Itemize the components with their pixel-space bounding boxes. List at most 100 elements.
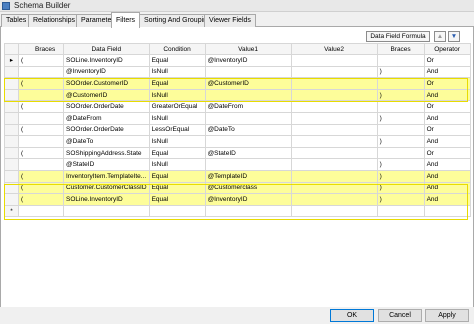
row-selector[interactable] bbox=[4, 146, 19, 160]
cell-braces-open[interactable] bbox=[18, 65, 64, 79]
cell-braces-open[interactable]: ( bbox=[18, 193, 64, 206]
cancel-button[interactable]: Cancel bbox=[378, 309, 422, 322]
cell-braces-open[interactable]: ( bbox=[18, 100, 64, 113]
cell-value2[interactable] bbox=[290, 100, 378, 113]
cell-value1[interactable]: @DateTo bbox=[204, 123, 292, 137]
row-selector[interactable] bbox=[4, 123, 19, 137]
cell-operator[interactable]: Or bbox=[423, 77, 471, 90]
cell-condition[interactable] bbox=[148, 204, 206, 218]
cell-operator[interactable]: And bbox=[423, 158, 471, 171]
cell-value2[interactable] bbox=[290, 54, 378, 67]
cell-braces-close[interactable]: ) bbox=[376, 158, 425, 171]
cell-braces-open[interactable] bbox=[18, 135, 64, 148]
cell-data-field[interactable]: @InventoryID bbox=[63, 65, 150, 79]
cell-value2[interactable] bbox=[290, 204, 378, 218]
cell-data-field[interactable]: SOOrder.OrderDate bbox=[63, 100, 150, 113]
cell-braces-close[interactable]: ) bbox=[376, 181, 425, 195]
cell-value1[interactable]: @DateFrom bbox=[204, 100, 292, 113]
tab-relationships[interactable]: Relationships bbox=[28, 14, 81, 27]
move-up-button[interactable]: ▲ bbox=[434, 31, 446, 42]
apply-button[interactable]: Apply bbox=[425, 309, 469, 322]
table-row[interactable]: (Customer.CustomerClassID Equal @Customerc… bbox=[4, 181, 471, 195]
row-selector[interactable] bbox=[4, 135, 19, 148]
tab-tables[interactable]: Tables bbox=[1, 14, 32, 27]
cell-condition[interactable]: Equal bbox=[148, 54, 206, 67]
cell-value2[interactable] bbox=[290, 181, 378, 195]
table-row[interactable]: (SOOrder.OrderDate GreaterOrEqual @DateFro… bbox=[4, 100, 471, 113]
cell-operator[interactable]: Or bbox=[423, 123, 471, 137]
cell-value2[interactable] bbox=[290, 111, 378, 125]
cell-braces-close[interactable] bbox=[376, 54, 425, 67]
cell-braces-close[interactable] bbox=[376, 204, 425, 218]
cell-value2[interactable] bbox=[290, 65, 378, 79]
table-row[interactable]: @InventoryID IsNull) And bbox=[4, 65, 471, 79]
cell-value1[interactable]: @TemplateID bbox=[204, 169, 292, 183]
cell-data-field[interactable]: SOOrder.OrderDate bbox=[63, 123, 150, 137]
cell-braces-close[interactable] bbox=[376, 123, 425, 137]
cell-condition[interactable]: IsNull bbox=[148, 158, 206, 171]
cell-braces-close[interactable]: ) bbox=[376, 193, 425, 206]
cell-braces-open[interactable]: ( bbox=[18, 169, 64, 183]
cell-data-field[interactable] bbox=[63, 204, 150, 218]
column-header-condition[interactable]: Condition bbox=[148, 43, 206, 55]
cell-condition[interactable]: Equal bbox=[148, 181, 206, 195]
cell-braces-open[interactable]: ( bbox=[18, 146, 64, 160]
cell-data-field[interactable]: InventoryItem.TemplateIte... bbox=[63, 169, 150, 183]
cell-condition[interactable]: IsNull bbox=[148, 88, 206, 102]
cell-data-field[interactable]: Customer.CustomerClassID bbox=[63, 181, 150, 195]
cell-operator[interactable]: And bbox=[423, 193, 471, 206]
cell-condition[interactable]: Equal bbox=[148, 77, 206, 90]
cell-data-field[interactable]: @StateID bbox=[63, 158, 150, 171]
cell-braces-close[interactable] bbox=[376, 100, 425, 113]
cell-data-field[interactable]: SOLine.InventoryID bbox=[63, 193, 150, 206]
row-selector[interactable] bbox=[4, 111, 19, 125]
cell-value1[interactable]: @Customerclass bbox=[204, 181, 292, 195]
cell-value2[interactable] bbox=[290, 193, 378, 206]
cell-braces-close[interactable]: ) bbox=[376, 111, 425, 125]
cell-value1[interactable] bbox=[204, 158, 292, 171]
ok-button[interactable]: OK bbox=[330, 309, 374, 322]
cell-data-field[interactable]: SOLine.InventoryID bbox=[63, 54, 150, 67]
column-header-value1[interactable]: Value1 bbox=[204, 43, 292, 55]
cell-value2[interactable] bbox=[290, 77, 378, 90]
column-header-value2[interactable]: Value2 bbox=[290, 43, 378, 55]
cell-braces-close[interactable]: ) bbox=[376, 88, 425, 102]
cell-operator[interactable]: And bbox=[423, 169, 471, 183]
cell-operator[interactable]: And bbox=[423, 88, 471, 102]
cell-value1[interactable]: @StateID bbox=[204, 146, 292, 160]
cell-operator[interactable]: And bbox=[423, 65, 471, 79]
table-row[interactable]: (SOShippingAddress.State Equal @StateID Or bbox=[4, 146, 471, 160]
cell-value2[interactable] bbox=[290, 158, 378, 171]
cell-value1[interactable] bbox=[204, 135, 292, 148]
cell-data-field[interactable]: @DateTo bbox=[63, 135, 150, 148]
row-selector[interactable]: ▸ bbox=[4, 54, 19, 67]
column-header-braces-open[interactable]: Braces bbox=[18, 43, 64, 55]
table-row[interactable]: (SOLine.InventoryID Equal @InventoryID) And bbox=[4, 193, 471, 206]
cell-braces-open[interactable] bbox=[18, 158, 64, 171]
row-selector[interactable] bbox=[4, 158, 19, 171]
cell-condition[interactable]: IsNull bbox=[148, 111, 206, 125]
cell-value2[interactable] bbox=[290, 169, 378, 183]
table-row[interactable]: (SOOrder.CustomerID Equal @CustomerID Or bbox=[4, 77, 471, 90]
cell-value1[interactable] bbox=[204, 111, 292, 125]
cell-value2[interactable] bbox=[290, 123, 378, 137]
cell-operator[interactable]: And bbox=[423, 111, 471, 125]
cell-value2[interactable] bbox=[290, 146, 378, 160]
cell-data-field[interactable]: SOShippingAddress.State bbox=[63, 146, 150, 160]
cell-value2[interactable] bbox=[290, 135, 378, 148]
cell-operator[interactable] bbox=[423, 204, 471, 218]
cell-condition[interactable]: GreaterOrEqual bbox=[148, 100, 206, 113]
cell-condition[interactable]: Equal bbox=[148, 169, 206, 183]
cell-braces-close[interactable]: ) bbox=[376, 135, 425, 148]
cell-value1[interactable]: @InventoryID bbox=[204, 54, 292, 67]
data-field-formula-button[interactable]: Data Field Formula bbox=[366, 31, 430, 42]
cell-operator[interactable]: And bbox=[423, 181, 471, 195]
cell-condition[interactable]: Equal bbox=[148, 193, 206, 206]
cell-condition[interactable]: LessOrEqual bbox=[148, 123, 206, 137]
cell-braces-open[interactable] bbox=[18, 88, 64, 102]
cell-condition[interactable]: IsNull bbox=[148, 135, 206, 148]
row-selector[interactable] bbox=[4, 193, 19, 206]
table-row[interactable]: ▸(SOLine.InventoryID Equal @InventoryID Or bbox=[4, 54, 471, 67]
cell-braces-close[interactable] bbox=[376, 146, 425, 160]
cell-braces-close[interactable]: ) bbox=[376, 169, 425, 183]
